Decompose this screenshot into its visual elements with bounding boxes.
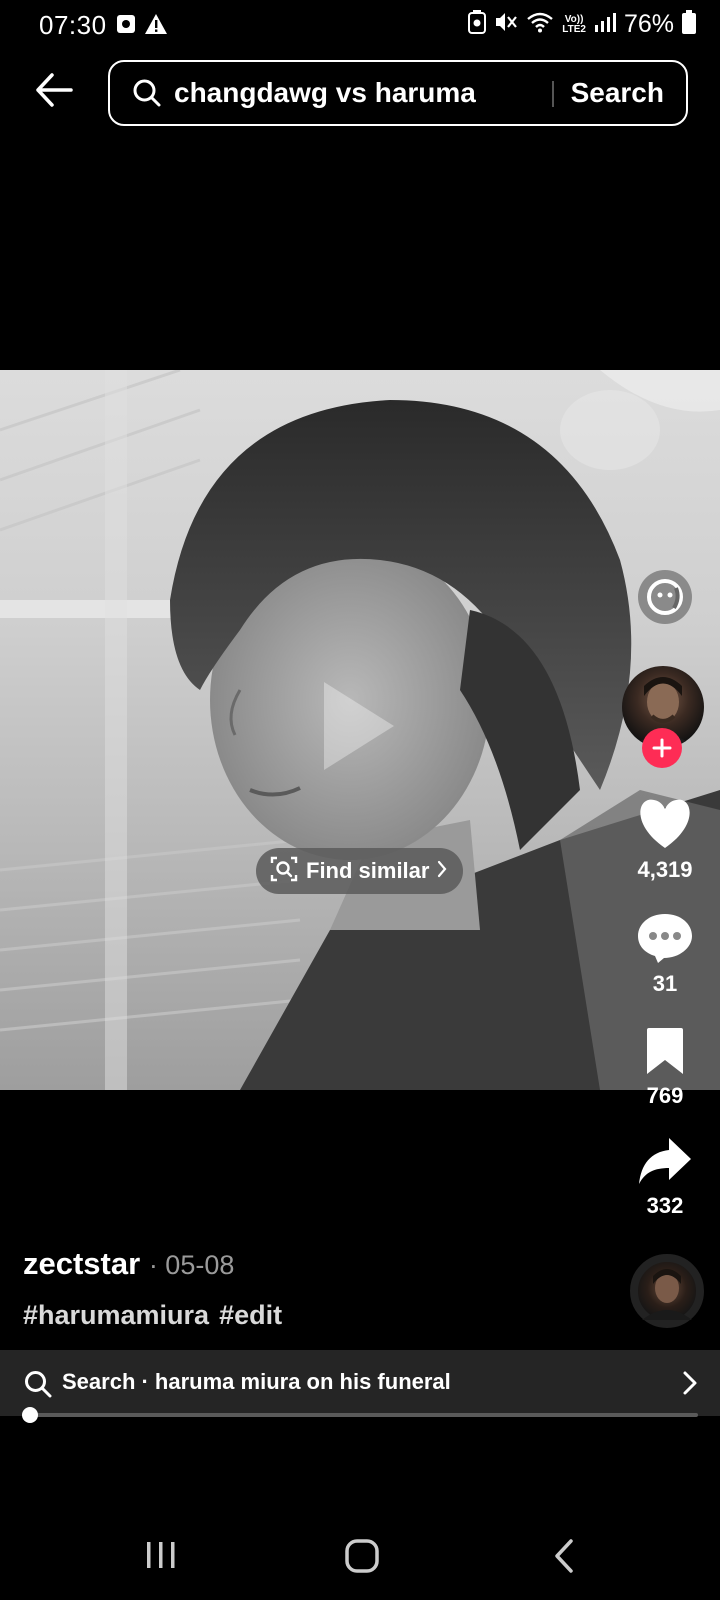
- search-submit-button[interactable]: Search: [571, 77, 664, 109]
- plus-icon: [652, 738, 672, 758]
- search-query-text[interactable]: changdawg vs haruma: [174, 77, 476, 109]
- bookmark-button[interactable]: 769: [620, 1026, 710, 1109]
- wifi-icon: [526, 11, 554, 38]
- music-disc-button[interactable]: [630, 1254, 704, 1328]
- system-navigation-bar: [0, 1520, 720, 1600]
- creator-avatar-button[interactable]: [622, 666, 704, 768]
- recent-apps-button[interactable]: [144, 1538, 178, 1577]
- comment-icon: [638, 914, 692, 963]
- back-button[interactable]: [34, 72, 82, 116]
- data-saver-icon: [468, 10, 487, 39]
- progress-scrubber-handle[interactable]: [22, 1407, 38, 1423]
- effect-button[interactable]: [620, 568, 710, 631]
- play-icon[interactable]: [318, 678, 398, 779]
- volte-label: Vo)): [564, 13, 584, 25]
- arrow-left-icon: [36, 73, 73, 107]
- effect-face-icon: [638, 570, 692, 624]
- like-count: 4,319: [637, 857, 693, 882]
- find-similar-button[interactable]: Find similar: [256, 848, 464, 894]
- status-system-icons: Vo)) LTE2 76%: [468, 10, 696, 39]
- search-input[interactable]: changdawg vs haruma Search: [108, 60, 688, 126]
- battery-percent: 76%: [623, 10, 674, 38]
- home-button[interactable]: [344, 1538, 380, 1579]
- related-search-label: Search · haruma miura on his funeral: [62, 1369, 451, 1394]
- video-progress-bar[interactable]: [22, 1407, 698, 1423]
- author-username[interactable]: zectstar: [23, 1246, 140, 1281]
- lte-label: LTE2: [562, 23, 586, 35]
- caption-hashtags: #harumamiura #edit: [23, 1300, 292, 1331]
- heart-icon: [640, 799, 690, 848]
- home-icon: [345, 1539, 379, 1573]
- network-type-label: Vo)) LTE2: [562, 13, 586, 35]
- bookmark-count: 769: [646, 1083, 684, 1108]
- hashtag-link[interactable]: #edit: [219, 1300, 282, 1330]
- comment-button[interactable]: 31: [620, 912, 710, 997]
- author-line: zectstar · 05-08: [23, 1246, 234, 1282]
- status-time: 07:30: [39, 10, 107, 40]
- search-icon: [132, 78, 162, 113]
- search-divider: [552, 81, 554, 107]
- chevron-right-icon: [682, 1370, 698, 1401]
- recent-apps-icon: [147, 1542, 175, 1568]
- chevron-right-icon: [437, 860, 447, 883]
- system-back-button[interactable]: [552, 1538, 576, 1579]
- share-count: 332: [646, 1193, 684, 1218]
- warning-icon: [144, 13, 168, 40]
- chevron-left-icon: [555, 1539, 573, 1573]
- status-bar: 07:30 Vo)) LTE2 76%: [0, 0, 720, 52]
- signal-icon: [594, 11, 616, 38]
- find-similar-label: Find similar: [306, 858, 430, 883]
- mute-icon: [494, 11, 518, 38]
- status-notification-icons: [116, 13, 168, 40]
- tiktok-video-screen: 07:30 Vo)) LTE2 76% changdawg vs haruma …: [0, 0, 720, 1600]
- visual-search-icon: [270, 855, 298, 888]
- bookmark-icon: [647, 1028, 683, 1074]
- share-button[interactable]: 332: [620, 1136, 710, 1219]
- hashtag-link[interactable]: #harumamiura: [23, 1300, 209, 1330]
- comment-count: 31: [652, 971, 678, 996]
- follow-button[interactable]: [642, 728, 682, 768]
- battery-icon: [682, 10, 696, 39]
- share-arrow-icon: [639, 1138, 691, 1184]
- like-button[interactable]: 4,319: [620, 798, 710, 883]
- sound-cover-image: [642, 1269, 692, 1320]
- screen-record-icon: [116, 13, 136, 40]
- related-search-bar[interactable]: Search · haruma miura on his funeral: [0, 1350, 720, 1416]
- post-date: · 05-08: [148, 1250, 235, 1280]
- video-player[interactable]: Find similar: [0, 370, 720, 1090]
- search-icon: [24, 1370, 52, 1403]
